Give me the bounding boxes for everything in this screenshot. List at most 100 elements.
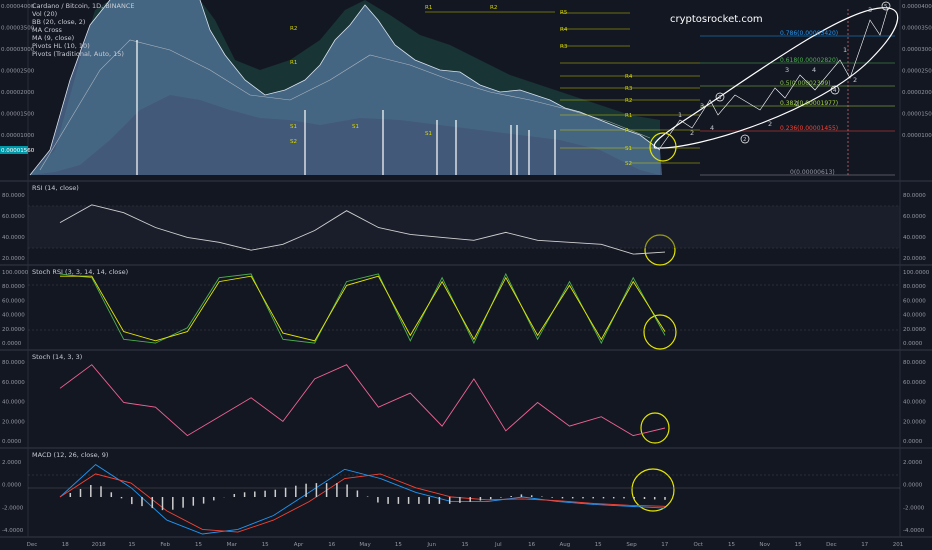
pivot-r5: R5 <box>560 10 568 16</box>
xtick: Mar <box>227 542 238 548</box>
price-ytick-right: 0.00001500 <box>902 112 932 118</box>
ytick-right: 0.0000 <box>903 483 923 489</box>
price-ytick-left: 0.00004000 <box>1 4 35 10</box>
ytick-right: 20.0000 <box>903 327 926 333</box>
pivot-r4b: R4 <box>625 74 633 80</box>
pivot-s1-left: S1 <box>290 124 297 130</box>
ytick-left: 60.0000 <box>2 214 25 220</box>
wave-label-3b: 3 <box>785 66 789 74</box>
indicator-pivots: Pivots (Traditional, Auto, 15) <box>32 50 124 58</box>
ytick-left: 2.0000 <box>2 460 22 466</box>
price-ytick-right: 0.00003500 <box>902 26 932 32</box>
pivot-s1-mid: S1 <box>352 124 359 130</box>
xtick: May <box>359 542 371 548</box>
price-ytick-left: 0.00003000 <box>1 47 35 53</box>
price-ytick-right: 0.00003000 <box>902 47 932 53</box>
ytick-right: 40.0000 <box>903 235 926 241</box>
ytick-right: 0.0000 <box>903 341 923 347</box>
pivot-r2b: R2 <box>625 98 632 104</box>
pivot-r2: R2 <box>490 5 497 11</box>
xtick: 15 <box>462 542 469 548</box>
xtick: Dec <box>826 542 837 548</box>
wave-label-3c: 3 <box>868 6 872 14</box>
xtick: Feb <box>160 542 170 548</box>
xtick: Sep <box>626 542 637 548</box>
xtick: 2018 <box>92 542 106 548</box>
xtick: 15 <box>795 542 802 548</box>
fib-0786: 0.786(0.00003420) <box>780 30 838 37</box>
wave-label-4a: 4 <box>710 124 714 132</box>
xtick: Apr <box>294 542 304 548</box>
xtick: 17 <box>861 542 868 548</box>
indicator-bb: BB (20, close, 2) <box>32 18 85 26</box>
xtick: Jun <box>426 542 436 548</box>
ytick-left: -4.0000 <box>2 528 24 534</box>
ytick-left: 40.0000 <box>2 235 25 241</box>
wave-label-2d: 2 <box>853 76 857 84</box>
macd-title: MACD (12, 26, close, 9) <box>32 451 108 459</box>
ytick-left: 40.0000 <box>2 313 25 319</box>
pivot-r3b: R3 <box>625 86 633 92</box>
ytick-left: 80.0000 <box>2 193 25 199</box>
pivot-r4: R4 <box>560 27 568 33</box>
indicator-vol: Vol (20) <box>32 10 57 18</box>
xtick: 15 <box>395 542 402 548</box>
pivot-r1: R1 <box>425 5 432 11</box>
pivot-s1-mid2: S1 <box>425 131 432 137</box>
price-ytick-left: 0.00001000 <box>1 133 35 139</box>
xtick: Oct <box>693 542 703 548</box>
pivot-r2-left: R2 <box>290 26 297 32</box>
ytick-left: 0.0000 <box>2 483 22 489</box>
symbol-title: Cardano / Bitcoin, 1D, BINANCE <box>32 2 135 10</box>
xtick: Dec <box>27 542 38 548</box>
xtick: 15 <box>195 542 202 548</box>
fib-0382: 0.382(0.00001977) <box>780 100 838 107</box>
ytick-right: -4.0000 <box>903 528 925 534</box>
ytick-right: 2.0000 <box>903 460 923 466</box>
price-ytick-right: 0.00002500 <box>902 69 932 75</box>
stoch-title: Stoch (14, 3, 3) <box>32 353 82 361</box>
ytick-left: 20.0000 <box>2 327 25 333</box>
fib-0618: 0.618(0.00002820) <box>780 57 838 64</box>
ytick-right: 40.0000 <box>903 400 926 406</box>
price-ytick-left: 0.00003500 <box>1 26 35 32</box>
xtick: 17 <box>661 542 668 548</box>
ytick-left: 100.0000 <box>2 270 29 276</box>
wave-label-3a: 3 <box>700 102 704 110</box>
price-ytick-left: 0.00001500 <box>1 112 35 118</box>
ytick-left: 0.0000 <box>2 439 22 445</box>
series-2-0 <box>59 272 666 345</box>
price-ytick-left: 0.00002500 <box>1 69 35 75</box>
wave-circle-label-2: 2 <box>743 137 747 143</box>
fib-05: 0.5(0.00002399) <box>780 80 831 87</box>
xtick: 15 <box>728 542 735 548</box>
ytick-right: 0.0000 <box>903 439 923 445</box>
xtick: 15 <box>128 542 135 548</box>
ytick-left: 80.0000 <box>2 284 25 290</box>
series-3-0 <box>59 364 666 437</box>
pivot-r3: R3 <box>560 44 568 50</box>
price-ytick-left: 0.00002000 <box>1 90 35 96</box>
xtick: 15 <box>262 542 269 548</box>
ytick-right: 60.0000 <box>903 214 926 220</box>
ytick-left: 60.0000 <box>2 380 25 386</box>
rsi-title: RSI (14, close) <box>32 184 79 192</box>
wave-circle-label-4: 4 <box>833 88 837 94</box>
pivot-r1-left: R1 <box>290 60 297 66</box>
indicator-pivots-hl: Pivots HL (10, 10) <box>32 42 90 50</box>
price-ytick-right: 0.00004000 <box>902 4 932 10</box>
ytick-right: -2.0000 <box>903 505 925 511</box>
ytick-right: 60.0000 <box>903 380 926 386</box>
ytick-left: 60.0000 <box>2 298 25 304</box>
ytick-right: 80.0000 <box>903 284 926 290</box>
fib-0236: 0.236(0.00001455) <box>780 125 838 132</box>
last-price-label: 0.00001560 <box>1 148 35 154</box>
xtick: Aug <box>560 542 571 548</box>
pivot-s2: S2 <box>625 161 632 167</box>
ytick-left: 20.0000 <box>2 256 25 262</box>
ytick-right: 20.0000 <box>903 419 926 425</box>
ytick-right: 100.0000 <box>903 270 930 276</box>
wave-label-1c: 1 <box>843 46 847 54</box>
indicator-ma-cross: MA Cross <box>32 26 63 34</box>
watermark: cryptosrocket.com <box>670 14 763 25</box>
